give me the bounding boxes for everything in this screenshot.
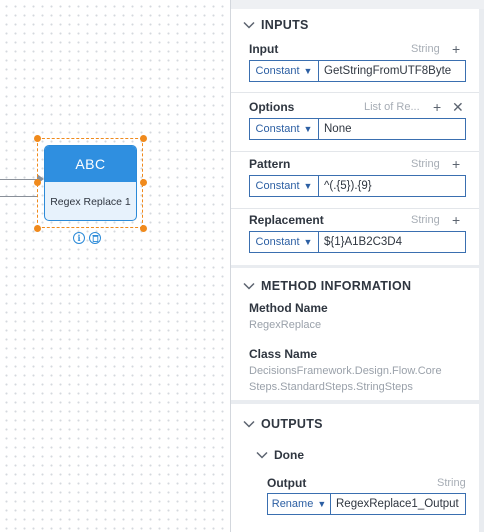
resize-handle[interactable] [34,135,41,142]
output-mode-select[interactable]: Rename ▼ [268,494,331,514]
chevron-down-icon: ▼ [303,181,313,191]
info-icon[interactable]: i [73,232,85,244]
class-name-value-line1: DecisionsFramework.Design.Flow.Core [249,365,442,377]
chevron-down-icon: ▼ [303,124,313,134]
replacement-field-row: Constant ▼ ${1}A1B2C3D4 [249,231,466,253]
field-type-input: String [411,43,440,55]
chevron-down-icon: ▼ [317,499,327,509]
chevron-down-icon: ▼ [303,237,313,247]
path-done-label: Done [274,448,304,462]
field-type-replacement: String [411,214,440,226]
output-type: String [437,477,466,489]
input-value[interactable]: GetStringFromUTF8Byte [319,61,465,81]
trash-icon[interactable] [89,232,101,244]
options-value[interactable]: None [319,119,465,139]
options-field-row: Constant ▼ None [249,118,466,140]
method-information-header[interactable]: METHOD INFORMATION [242,268,411,304]
input-mode-select[interactable]: Constant ▼ [250,61,319,81]
field-label-input: Input [249,42,279,56]
add-icon[interactable]: + [452,213,460,227]
pattern-value[interactable]: ^(.{5}).{9} [319,176,465,196]
divider [231,208,479,209]
divider [231,151,479,152]
outputs-header[interactable]: OUTPUTS [242,404,323,444]
step-icon-text: ABC [45,146,136,182]
flow-canvas[interactable]: ABC Regex Replace 1 i [0,0,230,532]
resize-handle[interactable] [140,179,147,186]
output-value[interactable]: RegexReplace1_Output [331,494,465,514]
outputs-section: OUTPUTS Done Output String Rename ▼ Regex… [231,404,479,532]
close-icon[interactable]: ✕ [452,100,464,114]
method-information-section: METHOD INFORMATION Method Name RegexRepl… [231,268,479,400]
options-mode-select[interactable]: Constant ▼ [250,119,319,139]
path-done-header[interactable]: Done [255,448,304,462]
regex-replace-step[interactable]: ABC Regex Replace 1 [44,145,137,221]
output-field-row: Rename ▼ RegexReplace1_Output [267,493,466,515]
chevron-down-icon [243,420,255,428]
flow-connector [0,174,44,197]
options-mode-label: Constant [255,123,300,135]
replacement-mode-select[interactable]: Constant ▼ [250,232,319,252]
add-icon[interactable]: + [433,100,441,114]
class-name-label: Class Name [249,347,318,361]
pattern-mode-label: Constant [255,180,300,192]
inputs-header[interactable]: INPUTS [242,9,309,41]
properties-panel: INPUTS Input String + Constant ▼ GetStrin… [230,0,484,532]
input-mode-label: Constant [255,65,300,77]
resize-handle[interactable] [34,179,41,186]
divider [231,92,479,93]
method-name-label: Method Name [249,301,328,315]
resize-handle[interactable] [140,225,147,232]
resize-handle[interactable] [34,225,41,232]
field-label-options: Options [249,100,295,114]
panel-top-strip [231,0,484,9]
replacement-value[interactable]: ${1}A1B2C3D4 [319,232,465,252]
field-label-replacement: Replacement [249,213,324,227]
add-icon[interactable]: + [452,157,460,171]
chevron-down-icon: ▼ [303,66,313,76]
pattern-field-row: Constant ▼ ^(.{5}).{9} [249,175,466,197]
class-name-value-line2: Steps.StandardSteps.StringSteps [249,381,413,393]
chevron-down-icon [256,451,268,459]
inputs-section: INPUTS Input String + Constant ▼ GetStrin… [231,9,479,265]
field-type-options: List of Re... [364,101,420,113]
resize-handle[interactable] [140,135,147,142]
chevron-down-icon [243,21,255,29]
output-label: Output [267,476,307,490]
method-name-value: RegexReplace [249,319,322,331]
input-field-row: Constant ▼ GetStringFromUTF8Byte [249,60,466,82]
pattern-mode-select[interactable]: Constant ▼ [250,176,319,196]
add-icon[interactable]: + [452,42,460,56]
field-label-pattern: Pattern [249,157,291,171]
replacement-mode-label: Constant [255,236,300,248]
chevron-down-icon [243,282,255,290]
outputs-header-label: OUTPUTS [261,417,323,431]
inputs-header-label: INPUTS [261,18,309,32]
field-type-pattern: String [411,158,440,170]
method-information-header-label: METHOD INFORMATION [261,279,412,293]
output-mode-label: Rename [271,498,314,510]
step-name: Regex Replace 1 [50,196,131,208]
